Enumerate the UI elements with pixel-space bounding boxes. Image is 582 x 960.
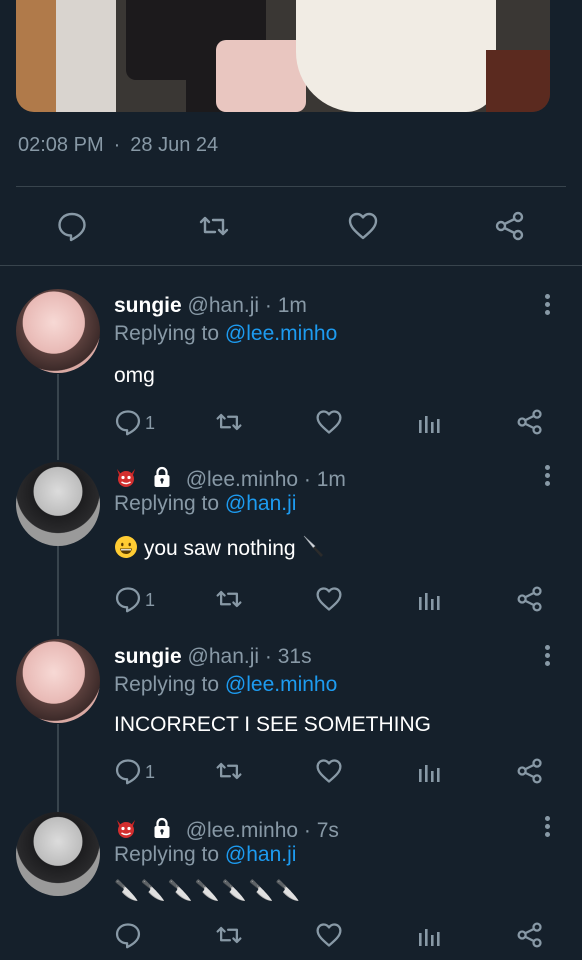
divider xyxy=(0,265,582,266)
replying-prefix: Replying to xyxy=(114,673,220,696)
replying-to: Replying to @han.ji xyxy=(114,843,296,867)
reply-icon[interactable] xyxy=(114,408,142,436)
reply-text: you saw nothing xyxy=(143,537,296,560)
lock-icon xyxy=(150,816,174,840)
photo-region xyxy=(56,0,116,112)
reply-icon[interactable] xyxy=(56,210,88,242)
like-icon[interactable] xyxy=(315,921,343,949)
reply-count: 1 xyxy=(145,413,156,433)
user-handle[interactable]: @lee.minho xyxy=(186,819,298,842)
replying-handle-link[interactable]: @lee.minho xyxy=(225,673,337,696)
replying-handle-link[interactable]: @lee.minho xyxy=(225,322,337,345)
retweet-icon[interactable] xyxy=(215,757,243,785)
devil-mask-icon xyxy=(114,465,138,489)
replying-to: Replying to @han.ji xyxy=(114,492,296,516)
like-icon[interactable] xyxy=(315,585,343,613)
divider xyxy=(16,186,566,187)
lock-icon xyxy=(150,465,174,489)
like-icon[interactable] xyxy=(347,210,379,242)
share-icon[interactable] xyxy=(516,921,544,949)
reply-icon[interactable] xyxy=(114,585,142,613)
photo-region xyxy=(216,40,306,112)
share-icon[interactable] xyxy=(516,585,544,613)
tweet-timestamp: 02:08 PM · 28 Jun 24 xyxy=(18,134,218,157)
retweet-icon[interactable] xyxy=(215,408,243,436)
more-options-icon[interactable] xyxy=(543,465,551,487)
knife-icon xyxy=(301,533,327,559)
like-icon[interactable] xyxy=(315,757,343,785)
avatar[interactable] xyxy=(16,289,100,373)
reply-text: INCORRECT I SEE SOMETHING xyxy=(114,713,431,736)
reply-age: · 7s xyxy=(303,819,339,842)
tweet-media-image[interactable] xyxy=(16,0,550,112)
reply-age: · 1m xyxy=(264,294,307,317)
grinning-face-icon xyxy=(114,535,138,559)
thread-line xyxy=(57,724,59,812)
analytics-icon[interactable] xyxy=(416,408,444,436)
share-icon[interactable] xyxy=(516,757,544,785)
tweet-time: 02:08 PM xyxy=(18,134,104,156)
display-name[interactable]: sungie xyxy=(114,645,182,668)
reply-icon[interactable] xyxy=(114,757,142,785)
replying-prefix: Replying to xyxy=(114,843,220,866)
tweet-date: 28 Jun 24 xyxy=(130,134,219,156)
more-options-icon[interactable] xyxy=(543,645,551,667)
photo-region xyxy=(296,0,496,112)
reply-age: · 1m xyxy=(303,468,346,491)
avatar[interactable] xyxy=(16,639,100,723)
photo-region xyxy=(16,0,56,112)
reply-icon[interactable] xyxy=(114,921,142,949)
replying-prefix: Replying to xyxy=(114,322,220,345)
reply-count: 1 xyxy=(145,590,156,610)
replying-to: Replying to @lee.minho xyxy=(114,322,337,346)
retweet-icon[interactable] xyxy=(215,921,243,949)
analytics-icon[interactable] xyxy=(416,585,444,613)
replying-handle-link[interactable]: @han.ji xyxy=(225,843,297,866)
photo-region xyxy=(486,50,550,112)
reply-header: sungie @han.ji · 1m xyxy=(114,294,307,318)
reply-text: 🔪🔪🔪🔪🔪🔪🔪 xyxy=(114,880,303,902)
reply-age: · 31s xyxy=(264,645,312,668)
retweet-icon[interactable] xyxy=(198,210,230,242)
analytics-icon[interactable] xyxy=(416,921,444,949)
retweet-icon[interactable] xyxy=(215,585,243,613)
avatar[interactable] xyxy=(16,462,100,546)
like-icon[interactable] xyxy=(315,408,343,436)
thread-line xyxy=(57,374,59,460)
share-icon[interactable] xyxy=(494,210,526,242)
timestamp-separator: · xyxy=(113,134,121,156)
reply-body: you saw nothing xyxy=(114,533,327,561)
reply-header: sungie @han.ji · 31s xyxy=(114,645,312,669)
avatar[interactable] xyxy=(16,812,100,896)
replying-to: Replying to @lee.minho xyxy=(114,673,337,697)
replying-prefix: Replying to xyxy=(114,492,220,515)
display-name[interactable]: sungie xyxy=(114,294,182,317)
user-handle[interactable]: @lee.minho xyxy=(186,468,298,491)
reply-header: @lee.minho · 1m xyxy=(114,465,346,492)
analytics-icon[interactable] xyxy=(416,757,444,785)
user-handle[interactable]: @han.ji xyxy=(188,294,260,317)
more-options-icon[interactable] xyxy=(543,294,551,316)
devil-mask-icon xyxy=(114,816,138,840)
user-handle[interactable]: @han.ji xyxy=(188,645,260,668)
reply-count: 1 xyxy=(145,762,156,782)
reply-text: omg xyxy=(114,364,155,387)
share-icon[interactable] xyxy=(516,408,544,436)
more-options-icon[interactable] xyxy=(543,816,551,838)
thread-line xyxy=(57,546,59,636)
replying-handle-link[interactable]: @han.ji xyxy=(225,492,297,515)
reply-header: @lee.minho · 7s xyxy=(114,816,339,843)
